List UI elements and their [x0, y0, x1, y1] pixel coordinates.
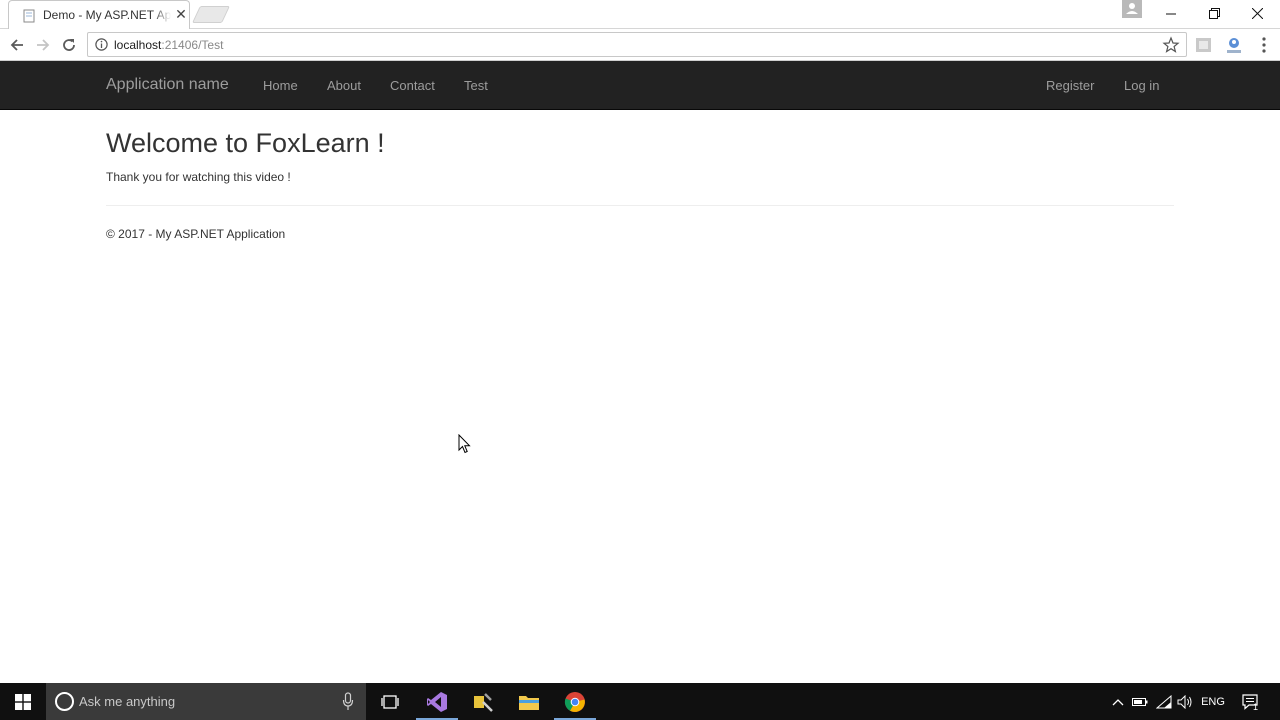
language-indicator[interactable]: ENG: [1198, 683, 1228, 720]
volume-button[interactable]: [1175, 683, 1195, 720]
nav-link-login[interactable]: Log in: [1124, 78, 1159, 93]
mouse-pointer-icon: [458, 434, 471, 454]
footer-divider: [106, 205, 1174, 206]
info-icon[interactable]: [95, 38, 108, 51]
browser-menu-button[interactable]: [1254, 35, 1274, 55]
browser-tab[interactable]: Demo - My ASP.NET Application ✕: [8, 0, 190, 29]
tab-close-icon[interactable]: ✕: [173, 6, 189, 22]
nav-link-register[interactable]: Register: [1046, 78, 1094, 93]
task-view-button[interactable]: [367, 683, 413, 720]
address-bar[interactable]: localhost:21406/Test: [87, 32, 1187, 57]
visual-studio-icon: [427, 691, 447, 712]
nav-link-about[interactable]: About: [327, 78, 361, 93]
taskbar: Ask me anything ENG 1: [0, 683, 1280, 720]
minimize-icon: [1166, 13, 1176, 14]
browser-toolbar: localhost:21406/Test: [0, 29, 1280, 61]
profile-button[interactable]: [1122, 0, 1142, 18]
battery-icon: [1132, 697, 1148, 706]
nav-link-home[interactable]: Home: [263, 78, 298, 93]
restore-button[interactable]: [1192, 0, 1236, 27]
folder-icon: [519, 695, 539, 710]
search-placeholder: Ask me anything: [79, 694, 176, 709]
page-footer: © 2017 - My ASP.NET Application: [106, 227, 286, 241]
forward-button[interactable]: [32, 34, 54, 56]
close-icon: [1251, 8, 1263, 19]
close-window-button[interactable]: [1235, 0, 1279, 27]
new-tab-button[interactable]: [192, 6, 230, 23]
page-favicon-icon: [23, 9, 35, 23]
extension-button-2[interactable]: [1224, 35, 1244, 55]
arrow-left-icon: [10, 39, 23, 51]
navbar-brand[interactable]: Application name: [106, 76, 229, 94]
bookmark-star-icon[interactable]: [1162, 36, 1180, 54]
taskbar-file-explorer[interactable]: [506, 683, 552, 720]
site-navbar: Application name Home About Contact Test…: [0, 61, 1280, 110]
minimize-button[interactable]: [1149, 0, 1193, 27]
reload-icon: [63, 39, 75, 51]
url-path: :21406/Test: [161, 38, 224, 52]
page-text: Thank you for watching this video !: [106, 170, 291, 184]
task-view-icon: [381, 694, 399, 709]
user-icon: [1126, 3, 1138, 14]
url-host: localhost: [114, 38, 162, 52]
url-text: localhost:21406/Test: [114, 38, 223, 52]
speaker-icon: [1177, 694, 1192, 709]
taskbar-search-box[interactable]: Ask me anything: [46, 683, 366, 720]
arrow-right-icon: [37, 39, 50, 51]
show-hidden-icons-button[interactable]: [1108, 683, 1128, 720]
extension-user-icon: [1227, 38, 1241, 53]
nav-link-contact[interactable]: Contact: [390, 78, 435, 93]
battery-button[interactable]: [1130, 683, 1150, 720]
chrome-icon: [564, 691, 585, 712]
extension-icon: [1196, 38, 1211, 52]
taskbar-visual-studio[interactable]: [414, 683, 460, 720]
restore-icon: [1208, 8, 1220, 19]
toolbox-icon: [474, 692, 493, 712]
extension-button[interactable]: [1194, 35, 1214, 55]
wifi-icon: [1156, 694, 1172, 708]
more-vertical-icon: [1262, 37, 1266, 53]
tab-title: Demo - My ASP.NET Application: [43, 8, 171, 22]
notification-badge: 1: [1253, 702, 1259, 712]
page-title: Welcome to FoxLearn !: [106, 128, 385, 158]
network-button[interactable]: [1153, 683, 1175, 720]
action-center-button[interactable]: 1: [1238, 683, 1264, 720]
windows-logo-icon: [15, 693, 31, 710]
start-button[interactable]: [0, 683, 46, 720]
nav-link-test[interactable]: Test: [464, 78, 488, 93]
taskbar-tool-app[interactable]: [460, 683, 506, 720]
chevron-up-icon: [1112, 698, 1124, 705]
cortana-icon: [55, 692, 74, 711]
back-button[interactable]: [6, 34, 28, 56]
browser-titlebar: Demo - My ASP.NET Application ✕: [0, 0, 1280, 29]
taskbar-chrome[interactable]: [552, 683, 598, 720]
reload-button[interactable]: [58, 34, 80, 56]
microphone-icon[interactable]: [342, 692, 354, 711]
